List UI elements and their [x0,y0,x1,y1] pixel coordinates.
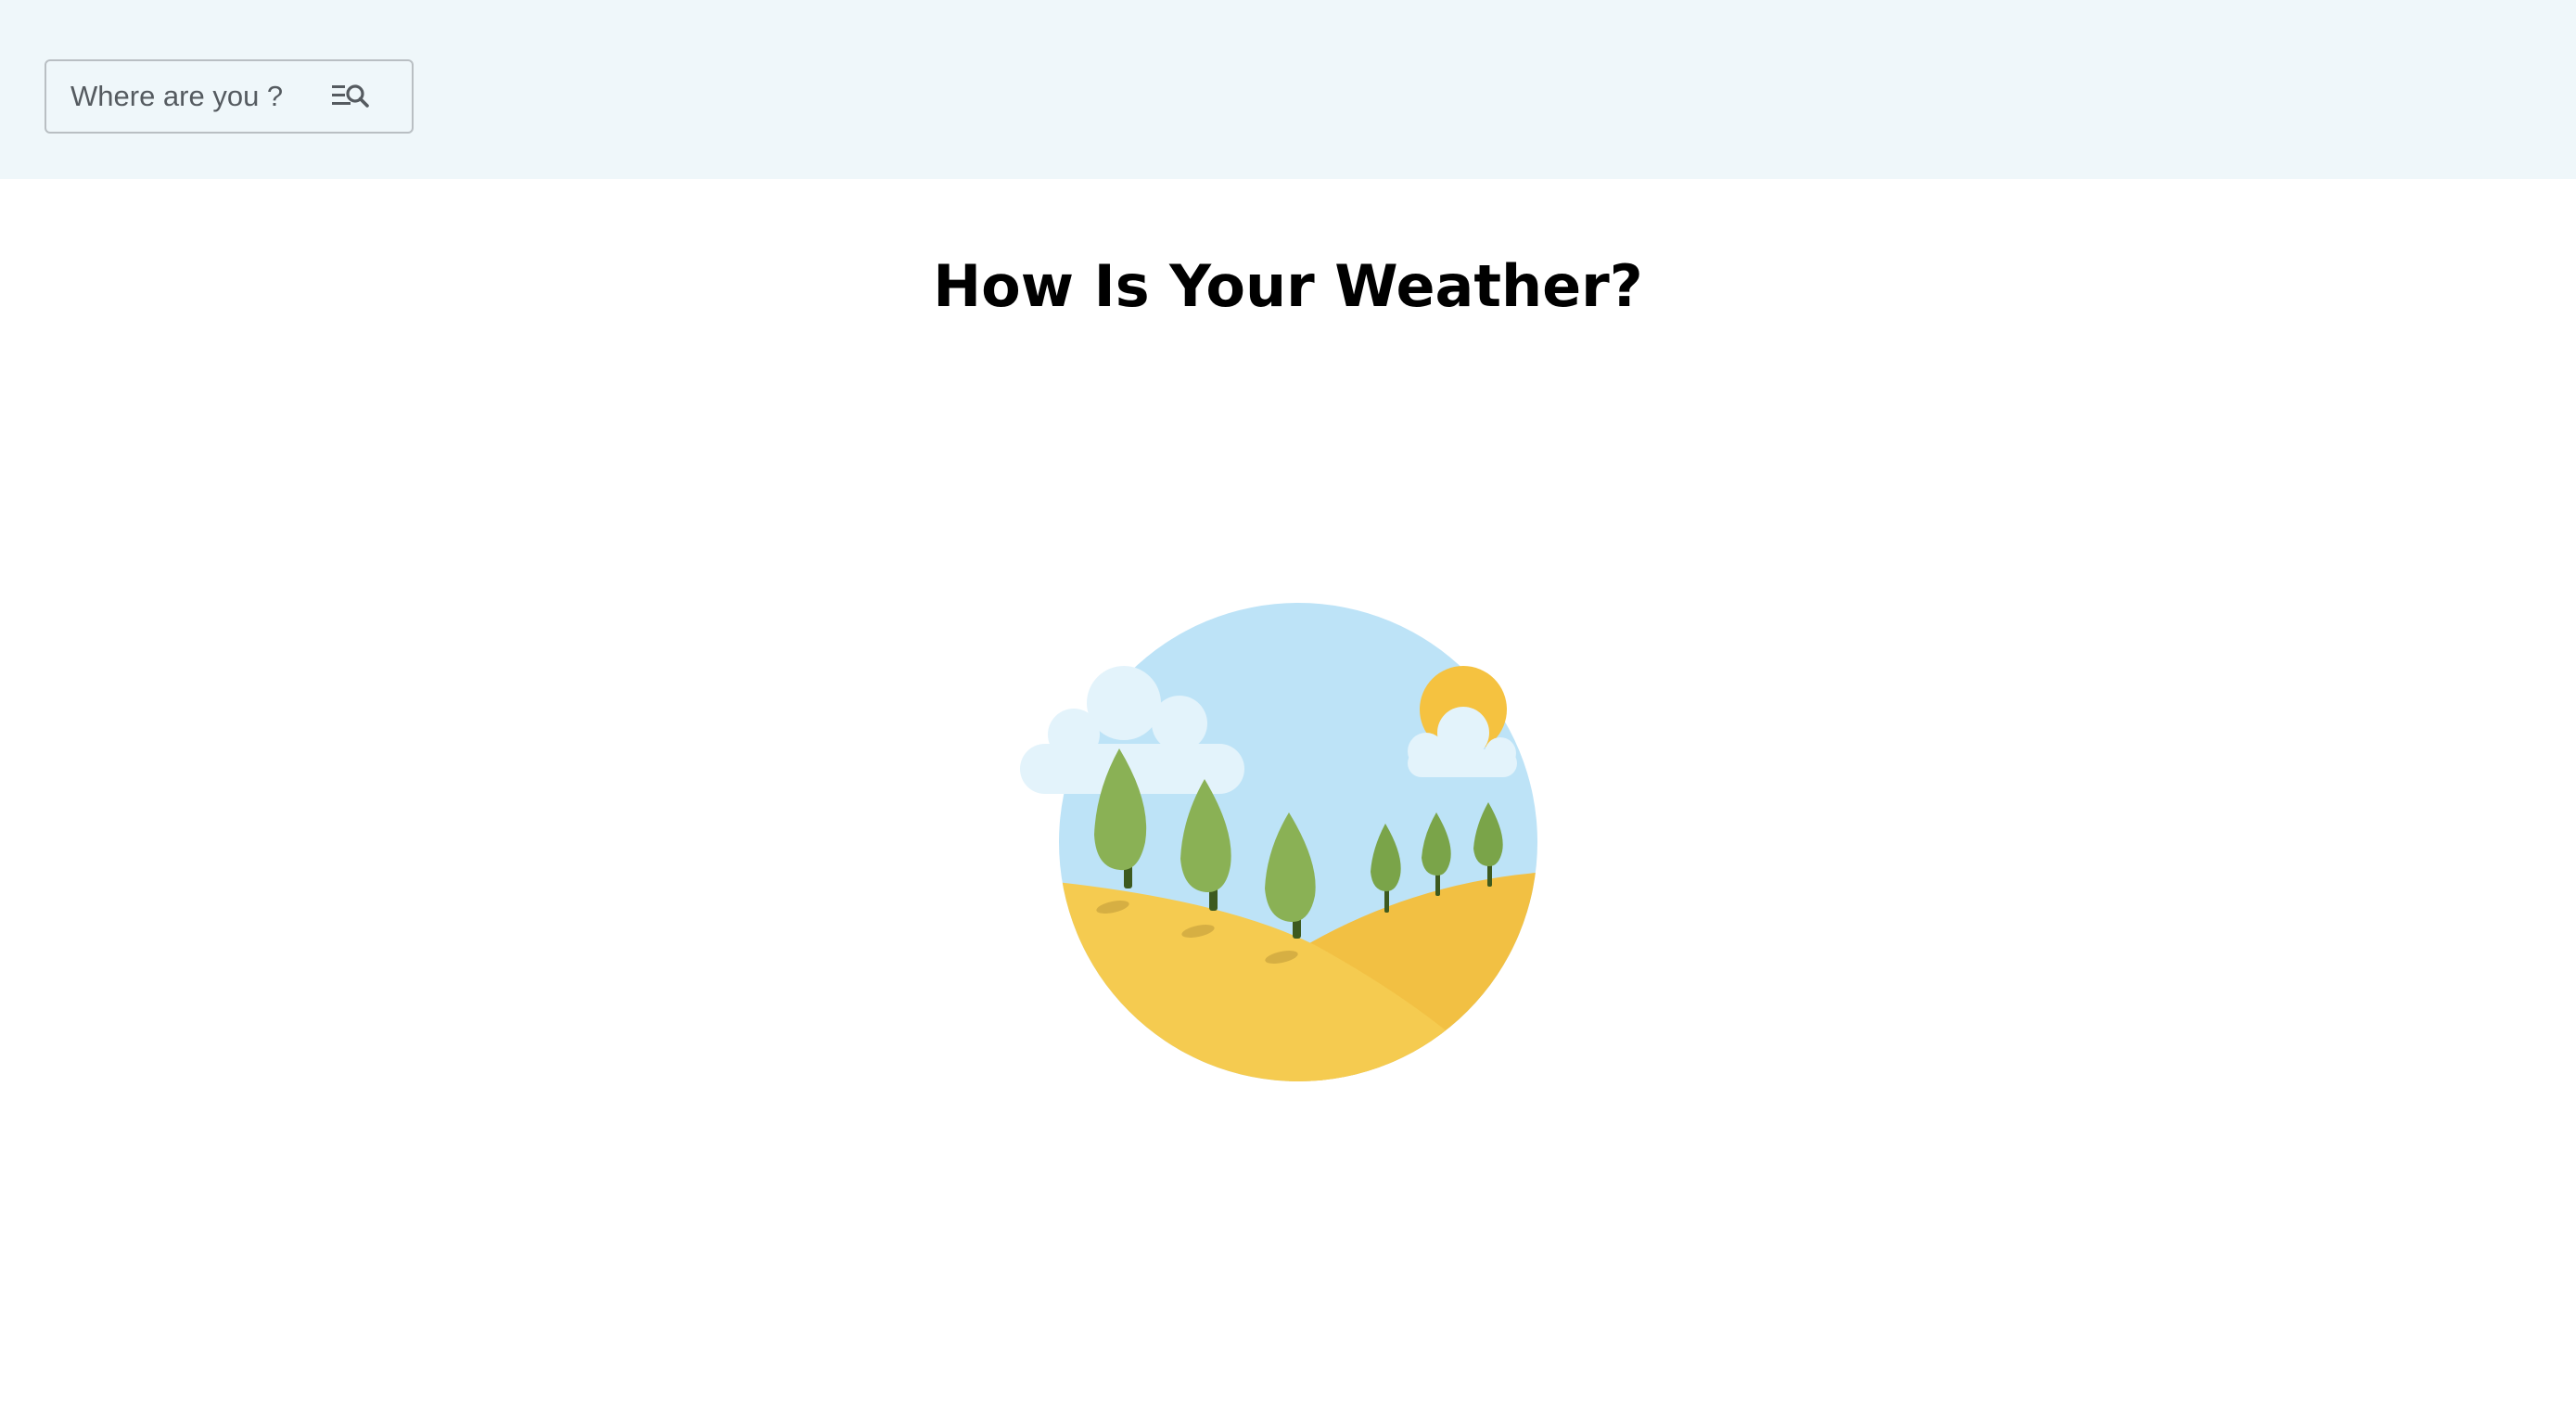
page-title: How Is Your Weather? [933,252,1643,320]
top-bar [0,0,2576,179]
search-input[interactable] [46,60,341,133]
search-list-icon[interactable] [330,80,371,113]
weather-illustration [1011,594,1549,1094]
search-box [45,59,414,134]
